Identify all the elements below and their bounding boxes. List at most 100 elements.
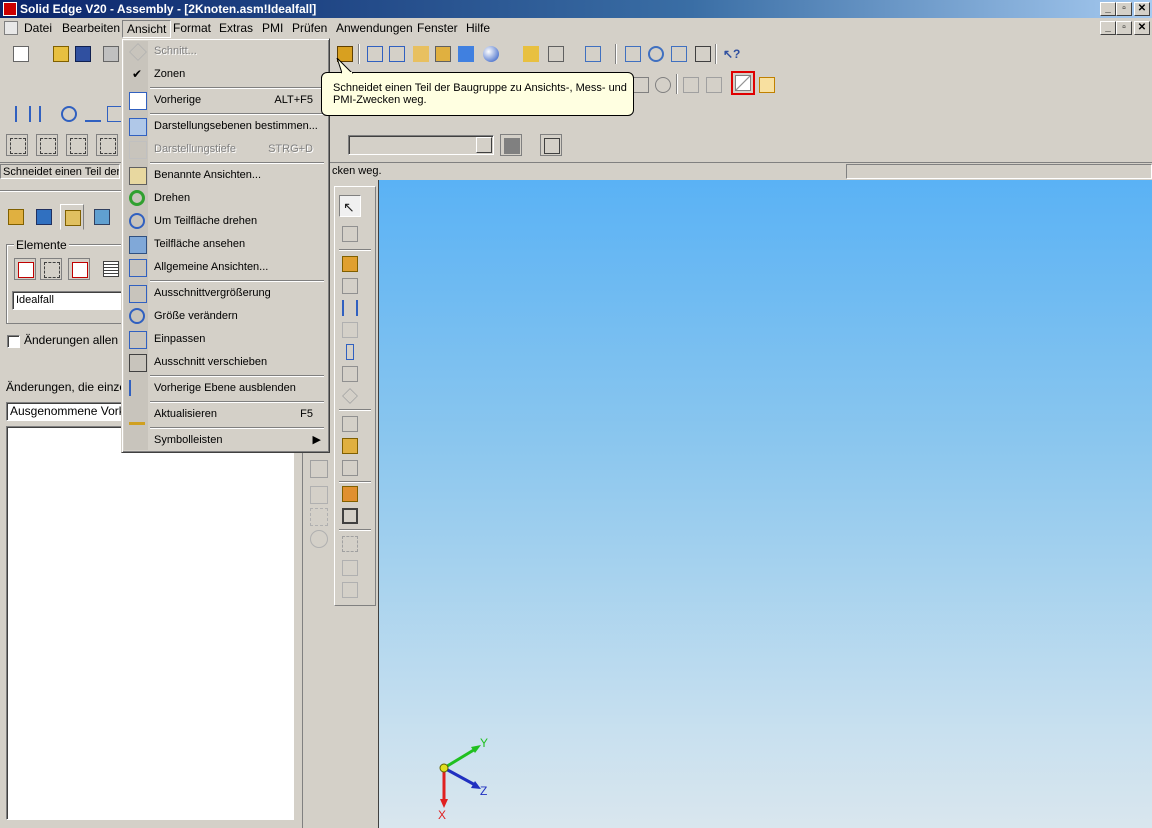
menu-hilfe[interactable]: Hilfe	[462, 20, 494, 36]
print-button[interactable]	[100, 43, 122, 65]
menu-item-teilflaeche-ansehen[interactable]: Teilfläche ansehen	[124, 233, 327, 255]
fastener-icon[interactable]	[339, 341, 361, 363]
menu-item-vorherige[interactable]: Vorherige ALT+F5	[124, 89, 327, 111]
assembly-pathfinder-tab[interactable]	[4, 204, 28, 230]
insert-part-icon[interactable]	[339, 253, 361, 275]
sheet-icon[interactable]	[339, 557, 361, 579]
shaded-icon[interactable]	[410, 43, 432, 65]
select-parts-icon[interactable]	[6, 134, 28, 156]
menu-pmi[interactable]: PMI	[258, 20, 287, 36]
filter-combo[interactable]	[348, 135, 494, 155]
shaded-visible-icon[interactable]	[455, 43, 477, 65]
menu-item-schnitt[interactable]: Schnitt...	[124, 40, 327, 62]
view-iso-icon[interactable]	[364, 43, 386, 65]
named-views-icon[interactable]	[582, 43, 604, 65]
minimize-button[interactable]: _	[1100, 2, 1116, 16]
move-icon[interactable]	[310, 508, 328, 526]
pattern-icon[interactable]	[339, 319, 361, 341]
copy-config-icon[interactable]	[68, 258, 90, 280]
menu-item-benannte-ansichten[interactable]: Benannte Ansichten...	[124, 164, 327, 186]
menu-ansicht[interactable]: Ansicht	[122, 20, 172, 38]
menu-item-aktualisieren[interactable]: Aktualisieren F5	[124, 403, 327, 425]
list-config-icon[interactable]	[100, 258, 122, 280]
menu-item-symbolleisten[interactable]: Symbolleisten ▶	[124, 429, 327, 451]
fit-icon[interactable]	[668, 43, 690, 65]
menu-datei[interactable]: Datei	[20, 20, 56, 36]
occurrence-list[interactable]	[6, 426, 294, 820]
explode-icon[interactable]	[339, 483, 361, 505]
doc-restore-button[interactable]: ▫	[1116, 21, 1132, 35]
menu-item-allgemeine-ansichten[interactable]: Allgemeine Ansichten...	[124, 256, 327, 278]
hole-icon[interactable]	[339, 385, 361, 407]
menu-item-ausschnittvergroesserung[interactable]: Ausschnittvergrößerung	[124, 282, 327, 304]
mirror-pattern-icon[interactable]	[58, 103, 80, 125]
close-button[interactable]: ✕	[1134, 2, 1150, 16]
maximize-button[interactable]: ▫	[1116, 2, 1132, 16]
help-icon[interactable]: ↖?	[720, 43, 742, 65]
menu-pruefen[interactable]: Prüfen	[288, 20, 331, 36]
mirror-parts-icon[interactable]	[339, 297, 361, 319]
configuration-tab[interactable]	[60, 204, 84, 230]
physical-props-icon[interactable]	[703, 74, 725, 96]
pipe-icon[interactable]	[339, 435, 361, 457]
chevron-down-icon[interactable]	[476, 137, 492, 153]
rotate-part-icon[interactable]	[310, 530, 328, 548]
menu-item-einpassen[interactable]: Einpassen	[124, 328, 327, 350]
weld-icon[interactable]	[339, 533, 361, 555]
select-sub-icon[interactable]	[36, 134, 58, 156]
menu-item-vorherige-ebene[interactable]: Vorherige Ebene ausblenden	[124, 377, 327, 399]
view-style-icon[interactable]	[545, 43, 567, 65]
assembly-feature-icon[interactable]	[339, 457, 361, 479]
motion-icon[interactable]	[339, 505, 361, 527]
render-sphere-icon[interactable]	[480, 43, 502, 65]
apply-all-checkbox[interactable]	[7, 335, 20, 348]
menu-item-ausschnitt-verschieben[interactable]: Ausschnitt verschieben	[124, 351, 327, 373]
axis-icon[interactable]	[82, 103, 104, 125]
mirror-copy-icon[interactable]	[36, 103, 58, 125]
parts-library-tab[interactable]	[32, 204, 56, 230]
shaded-edges-icon[interactable]	[432, 43, 454, 65]
add-config-icon[interactable]	[14, 258, 36, 280]
zoom-icon[interactable]	[645, 43, 667, 65]
configuration-field[interactable]: Idealfall	[12, 291, 124, 310]
mirror-icon[interactable]	[12, 103, 34, 125]
snap-icon[interactable]	[310, 460, 328, 478]
select-filter-icon[interactable]	[96, 134, 118, 156]
menu-item-um-teilflaeche-drehen[interactable]: Um Teilfläche drehen	[124, 210, 327, 232]
doc-close-button[interactable]: ✕	[1134, 21, 1150, 35]
menu-bearbeiten[interactable]: Bearbeiten	[58, 20, 124, 36]
zoom-area-icon[interactable]	[622, 43, 644, 65]
layers-tab[interactable]	[90, 204, 114, 230]
new-button[interactable]	[10, 43, 32, 65]
select-tool-icon[interactable]: ↖	[339, 195, 361, 217]
menu-extras[interactable]: Extras	[215, 20, 257, 36]
pan-icon[interactable]	[692, 43, 714, 65]
open-button[interactable]	[50, 43, 72, 65]
view-front-icon[interactable]	[386, 43, 408, 65]
select-all-icon[interactable]	[66, 134, 88, 156]
menu-item-zonen[interactable]: ✔ Zonen	[124, 63, 327, 85]
graphics-viewport[interactable]: Y Z X	[378, 180, 1152, 828]
menu-anwendungen[interactable]: Anwendungen	[332, 20, 417, 36]
doc-minimize-button[interactable]: _	[1100, 21, 1116, 35]
section-tool-button[interactable]	[731, 71, 755, 95]
inspect-icon[interactable]	[310, 486, 328, 504]
menu-item-drehen[interactable]: Drehen	[124, 187, 327, 209]
interference-icon[interactable]	[680, 74, 702, 96]
menu-item-darstellungstiefe[interactable]: Darstellungstiefe STRG+D	[124, 138, 327, 160]
cut-icon[interactable]	[339, 579, 361, 601]
zones-icon[interactable]	[756, 74, 778, 96]
view-layers-icon[interactable]	[520, 43, 542, 65]
menu-item-darstellungsebenen[interactable]: Darstellungsebenen bestimmen...	[124, 115, 327, 137]
wire-harness-icon[interactable]	[339, 413, 361, 435]
menu-format[interactable]: Format	[169, 20, 215, 36]
menu-item-groesse-veraendern[interactable]: Größe verändern	[124, 305, 327, 327]
excluded-occurrences-field[interactable]: Ausgenommene Vorkom	[6, 402, 124, 421]
save-button[interactable]	[72, 43, 94, 65]
filter-apply-icon[interactable]	[500, 134, 522, 156]
filter-options-icon[interactable]	[540, 134, 562, 156]
sketch-icon[interactable]	[339, 223, 361, 245]
edit-config-icon[interactable]	[40, 258, 62, 280]
document-icon[interactable]	[4, 21, 18, 35]
minimum-distance-icon[interactable]	[652, 74, 674, 96]
